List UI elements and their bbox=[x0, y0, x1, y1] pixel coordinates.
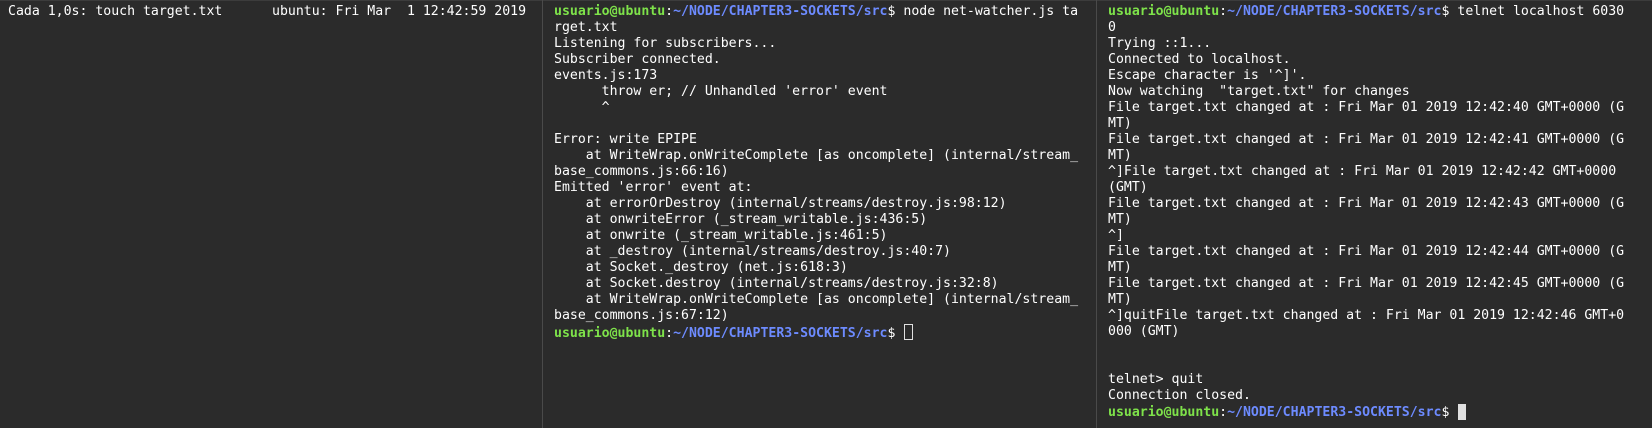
output-line: Trying ::1... bbox=[1108, 36, 1212, 51]
command-line: usuario@ubuntu:~/NODE/CHAPTER3-SOCKETS/s… bbox=[1108, 4, 1652, 20]
command-text: node net-watcher.js ta bbox=[903, 4, 1079, 19]
output-line: File target.txt changed at : Fri Mar 01 … bbox=[1108, 276, 1625, 291]
output-line: base_commons.js:67:12) bbox=[554, 308, 729, 323]
output-line: at _destroy (internal/streams/destroy.js… bbox=[554, 244, 951, 259]
output-line: 000 (GMT) bbox=[1108, 324, 1180, 339]
output-line: File target.txt changed at : Fri Mar 01 … bbox=[1108, 100, 1625, 115]
prompt-separator: : bbox=[1219, 405, 1228, 420]
output-line: MT) bbox=[1108, 292, 1132, 307]
output-line: throw er; // Unhandled 'error' event bbox=[554, 84, 888, 99]
output-line: events.js:173 bbox=[554, 68, 658, 83]
prompt-symbol: $ bbox=[887, 326, 904, 341]
prompt-path: ~/NODE/CHAPTER3-SOCKETS/src bbox=[673, 4, 888, 19]
prompt-path: ~/NODE/CHAPTER3-SOCKETS/src bbox=[673, 326, 888, 341]
command-line: usuario@ubuntu:~/NODE/CHAPTER3-SOCKETS/s… bbox=[554, 4, 1096, 20]
watch-host-time: ubuntu: Fri Mar 1 12:42:59 2019 bbox=[272, 4, 527, 19]
output-line: File target.txt changed at : Fri Mar 01 … bbox=[1108, 132, 1625, 147]
output-line: ^] bbox=[1108, 228, 1124, 243]
text-cursor bbox=[1458, 404, 1467, 420]
output-line: at onwrite (_stream_writable.js:461:5) bbox=[554, 228, 888, 243]
terminal-pane-telnet[interactable]: usuario@ubuntu:~/NODE/CHAPTER3-SOCKETS/s… bbox=[1097, 0, 1652, 428]
prompt-separator: : bbox=[665, 326, 674, 341]
output-line: Connection closed. bbox=[1108, 388, 1251, 403]
output-line: MT) bbox=[1108, 116, 1132, 131]
text-cursor bbox=[904, 324, 914, 340]
prompt-separator: : bbox=[665, 4, 674, 19]
terminal-pane-watch[interactable]: Cada 1,0s: touch target.txt ubuntu: Fri … bbox=[0, 0, 542, 428]
output-line: Subscriber connected. bbox=[554, 52, 721, 67]
output-line: Connected to localhost. bbox=[1108, 52, 1291, 67]
prompt-user: usuario@ubuntu bbox=[554, 326, 666, 341]
output-line: ^]File target.txt changed at : Fri Mar 0… bbox=[1108, 164, 1617, 179]
output-line: Escape character is '^]'. bbox=[1108, 68, 1307, 83]
watch-header: Cada 1,0s: touch target.txt ubuntu: Fri … bbox=[8, 4, 542, 20]
terminal-pane-node[interactable]: usuario@ubuntu:~/NODE/CHAPTER3-SOCKETS/s… bbox=[543, 0, 1096, 428]
prompt-path: ~/NODE/CHAPTER3-SOCKETS/src bbox=[1227, 405, 1442, 420]
output-line: at WriteWrap.onWriteComplete [as oncompl… bbox=[554, 292, 1079, 307]
prompt-symbol: $ bbox=[887, 4, 904, 19]
output-line: File target.txt changed at : Fri Mar 01 … bbox=[1108, 196, 1625, 211]
watch-command: Cada 1,0s: touch target.txt bbox=[8, 4, 223, 19]
output-line: (GMT) bbox=[1108, 180, 1148, 195]
output-line: ^]quitFile target.txt changed at : Fri M… bbox=[1108, 308, 1625, 323]
prompt-symbol: $ bbox=[1441, 405, 1458, 420]
output-line: 0 bbox=[1108, 20, 1116, 35]
output-line: Error: write EPIPE bbox=[554, 132, 697, 147]
output-line: Emitted 'error' event at: bbox=[554, 180, 753, 195]
output-line: File target.txt changed at : Fri Mar 01 … bbox=[1108, 244, 1625, 259]
output-line: base_commons.js:66:16) bbox=[554, 164, 729, 179]
output-line: at Socket._destroy (net.js:618:3) bbox=[554, 260, 848, 275]
output-lines: rget.txt Listening for subscribers... Subs… bbox=[554, 20, 1096, 324]
command-text: telnet localhost 6030 bbox=[1457, 4, 1625, 19]
output-line: MT) bbox=[1108, 148, 1132, 163]
output-line: ^ bbox=[554, 100, 610, 115]
prompt-user: usuario@ubuntu bbox=[1108, 405, 1220, 420]
prompt-user: usuario@ubuntu bbox=[554, 4, 666, 19]
prompt-path: ~/NODE/CHAPTER3-SOCKETS/src bbox=[1227, 4, 1442, 19]
output-line: rget.txt bbox=[554, 20, 618, 35]
output-line: Listening for subscribers... bbox=[554, 36, 777, 51]
prompt-separator: : bbox=[1219, 4, 1228, 19]
output-line: Now watching "target.txt" for changes bbox=[1108, 84, 1410, 99]
final-prompt-line[interactable]: usuario@ubuntu:~/NODE/CHAPTER3-SOCKETS/s… bbox=[554, 324, 1096, 341]
output-line: telnet> quit bbox=[1108, 372, 1204, 387]
output-line: at Socket.destroy (internal/streams/dest… bbox=[554, 276, 999, 291]
output-line: MT) bbox=[1108, 212, 1132, 227]
output-line: at onwriteError (_stream_writable.js:436… bbox=[554, 212, 928, 227]
output-line: MT) bbox=[1108, 260, 1132, 275]
output-lines: 0 Trying ::1... Connected to localhost. Esc… bbox=[1108, 20, 1652, 404]
prompt-user: usuario@ubuntu bbox=[1108, 4, 1220, 19]
output-line: at WriteWrap.onWriteComplete [as oncompl… bbox=[554, 148, 1079, 163]
output-line: at errorOrDestroy (internal/streams/dest… bbox=[554, 196, 1007, 211]
prompt-symbol: $ bbox=[1441, 4, 1458, 19]
final-prompt-line[interactable]: usuario@ubuntu:~/NODE/CHAPTER3-SOCKETS/s… bbox=[1108, 404, 1652, 420]
